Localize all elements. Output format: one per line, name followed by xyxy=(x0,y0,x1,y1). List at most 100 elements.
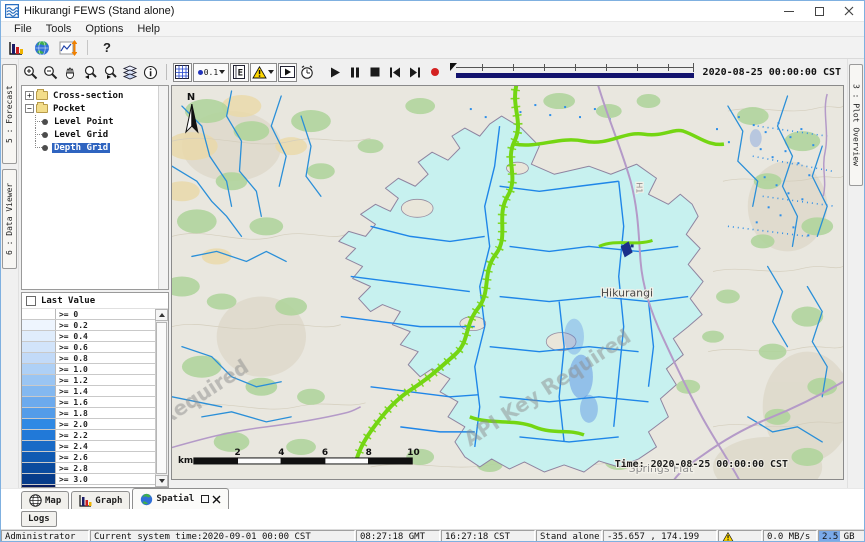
toolbar-separator xyxy=(87,40,88,55)
zoom-out-button[interactable] xyxy=(41,63,60,82)
adjust-time-button[interactable] xyxy=(298,63,317,82)
pause-button[interactable] xyxy=(346,63,365,82)
expand-icon[interactable]: + xyxy=(25,91,34,100)
play-icon xyxy=(330,67,341,78)
tree-item-label: Depth Grid xyxy=(52,143,110,153)
pan-button[interactable] xyxy=(61,63,80,82)
warning-icon xyxy=(252,66,267,79)
spatial-display-button[interactable] xyxy=(31,38,53,57)
map-view[interactable]: API Key Required API Key Required Hikura… xyxy=(171,85,844,480)
tab-maximize-icon[interactable] xyxy=(201,495,209,503)
scroll-down-button[interactable] xyxy=(155,475,168,487)
stop-icon xyxy=(370,67,380,77)
layers-icon xyxy=(122,65,138,80)
collapse-icon[interactable]: − xyxy=(25,104,34,113)
legend-swatch xyxy=(22,353,56,363)
help-icon: ? xyxy=(103,40,111,55)
folder-icon xyxy=(36,104,48,113)
legend-row[interactable]: >= 0.6 xyxy=(22,342,155,353)
legend-row[interactable]: >= 0 xyxy=(22,309,155,320)
step-forward-button[interactable] xyxy=(406,63,425,82)
legend-label: >= 2.6 xyxy=(56,452,155,462)
tree-item-pocket[interactable]: −Pocket xyxy=(22,102,168,115)
legend-row[interactable]: >= 2.6 xyxy=(22,452,155,463)
tree-scrollbar[interactable] xyxy=(158,86,168,289)
tab-graph[interactable]: Graph xyxy=(71,491,130,509)
tree-item-level-point[interactable]: Level Point xyxy=(22,115,168,128)
help-button[interactable]: ? xyxy=(96,38,118,57)
menu-tools[interactable]: Tools xyxy=(39,23,79,35)
scrollbar-thumb[interactable] xyxy=(156,322,167,474)
zoom-previous-button[interactable] xyxy=(81,63,100,82)
tab-close-icon[interactable] xyxy=(212,495,221,504)
node-bullet-icon xyxy=(42,132,48,138)
tree-item-depth-grid[interactable]: Depth Grid xyxy=(22,141,168,154)
legend-row[interactable]: >= 2.0 xyxy=(22,419,155,430)
record-button[interactable] xyxy=(426,63,445,82)
status-segment-1: Current system time:2020-09-01 00:00 CST xyxy=(90,530,355,542)
legend-label: >= 2.2 xyxy=(56,430,155,440)
last-value-label: Last Value xyxy=(41,296,95,306)
tree-item-cross-section[interactable]: +Cross-section xyxy=(22,89,168,102)
close-button[interactable] xyxy=(834,1,864,21)
legend-row[interactable]: >= 0.8 xyxy=(22,353,155,364)
legend-scrollbar[interactable] xyxy=(155,309,168,487)
grid-display-button[interactable] xyxy=(5,38,27,57)
svg-text:8: 8 xyxy=(366,448,372,458)
legend-label: >= 3.0 xyxy=(56,474,155,484)
legend-row[interactable]: >= 1.6 xyxy=(22,397,155,408)
legend-row[interactable]: >= 1.2 xyxy=(22,375,155,386)
status-segment-2: 08:27:18 GMT xyxy=(356,530,440,542)
movie-play-icon xyxy=(280,66,295,78)
tab-forecast[interactable]: 5 : Forecast xyxy=(2,64,17,164)
legend-swatch xyxy=(22,386,56,396)
tree-item-level-grid[interactable]: Level Grid xyxy=(22,128,168,141)
legend-row[interactable]: >= 1.8 xyxy=(22,408,155,419)
record-icon xyxy=(430,67,440,77)
tab-plot-overview[interactable]: 3 : Plot Overview xyxy=(849,64,863,186)
legend-label: >= 1.8 xyxy=(56,408,155,418)
legend-label: >= 2.4 xyxy=(56,441,155,451)
maximize-button[interactable] xyxy=(804,1,834,21)
tab-map[interactable]: Map xyxy=(21,491,69,509)
play-button[interactable] xyxy=(326,63,345,82)
legend-panel: Last Value >= 0>= 0.2>= 0.4>= 0.6>= 0.8>… xyxy=(21,292,169,488)
show-grid-button[interactable] xyxy=(173,63,192,82)
title-bar: Hikurangi FEWS (Stand alone) xyxy=(1,1,864,21)
logs-button[interactable]: Logs xyxy=(21,511,57,527)
menu-help[interactable]: Help xyxy=(130,23,167,35)
tab-data-viewer[interactable]: 6 : Data Viewer xyxy=(2,169,17,269)
timeseries-display-button[interactable] xyxy=(57,38,79,57)
legend-row[interactable]: >= 2.4 xyxy=(22,441,155,452)
menu-options[interactable]: Options xyxy=(78,23,130,35)
legend-row[interactable]: >= 2.2 xyxy=(22,430,155,441)
animation-button[interactable] xyxy=(278,63,297,82)
last-value-checkbox[interactable] xyxy=(26,296,36,306)
scroll-up-button[interactable] xyxy=(155,309,168,321)
stop-button[interactable] xyxy=(366,63,385,82)
threshold-dropdown[interactable]: 0.1 xyxy=(193,63,229,82)
warnings-dropdown[interactable] xyxy=(250,63,277,82)
layers-button[interactable] xyxy=(121,63,140,82)
time-slider[interactable] xyxy=(450,63,698,81)
legend-row[interactable]: >= 3.2 xyxy=(22,485,155,487)
minimize-button[interactable] xyxy=(774,1,804,21)
legend-row[interactable]: >= 1.0 xyxy=(22,364,155,375)
legend-icon: E xyxy=(233,65,245,79)
step-backward-button[interactable] xyxy=(386,63,405,82)
legend-row[interactable]: >= 2.8 xyxy=(22,463,155,474)
menu-file[interactable]: File xyxy=(7,23,39,35)
tab-spatial[interactable]: Spatial xyxy=(132,488,229,509)
grid-icon xyxy=(175,65,189,79)
legend-row[interactable]: >= 0.2 xyxy=(22,320,155,331)
zoom-in-button[interactable] xyxy=(21,63,40,82)
zoom-next-button[interactable] xyxy=(101,63,120,82)
svg-text:2: 2 xyxy=(234,448,240,458)
map-legend-button[interactable]: E xyxy=(230,63,249,82)
zoom-in-icon xyxy=(23,65,38,80)
legend-row[interactable]: >= 0.4 xyxy=(22,331,155,342)
legend-swatch xyxy=(22,320,56,330)
legend-row[interactable]: >= 3.0 xyxy=(22,474,155,485)
info-button[interactable] xyxy=(141,63,160,82)
legend-row[interactable]: >= 1.4 xyxy=(22,386,155,397)
